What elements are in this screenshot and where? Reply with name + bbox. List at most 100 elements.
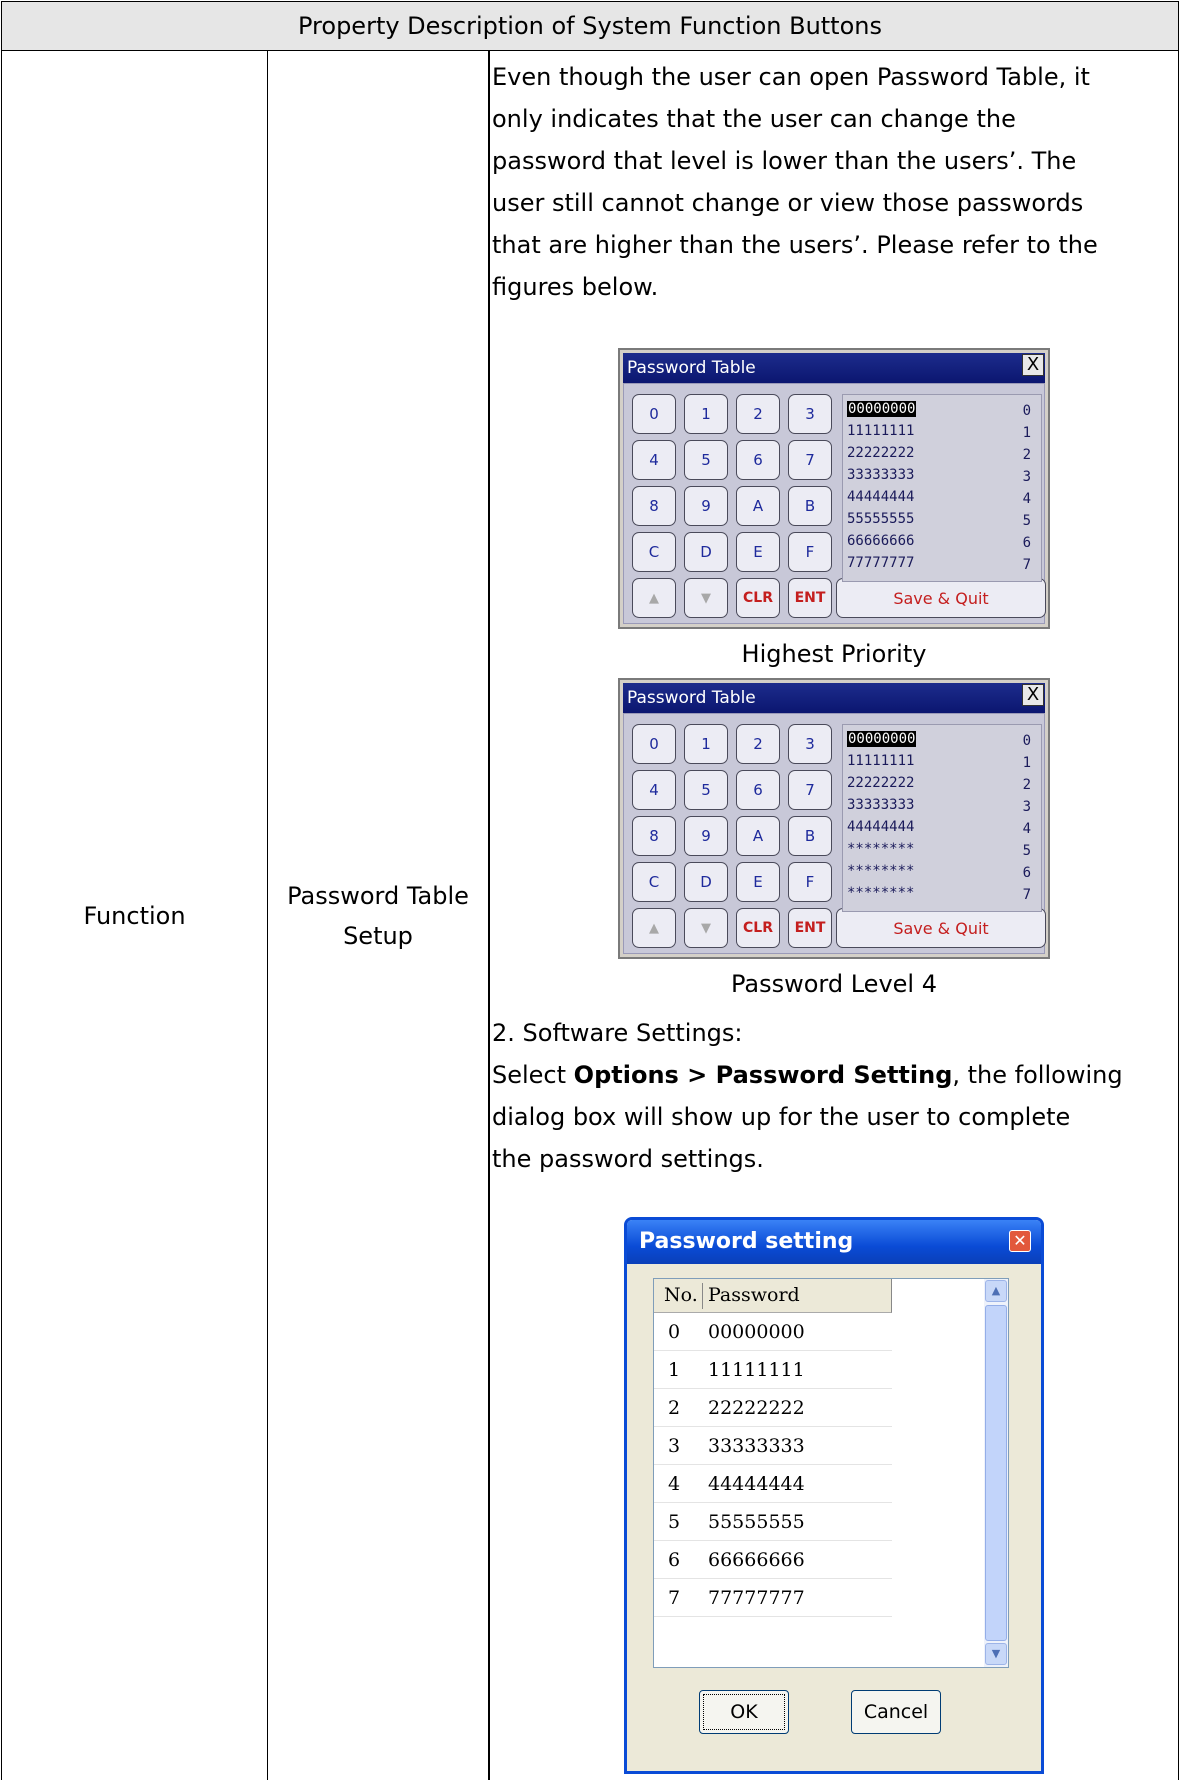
key-f[interactable]: F [788,862,832,902]
key-7[interactable]: 7 [788,770,832,810]
scroll-down-icon[interactable]: ▼ [985,1643,1007,1665]
key-3[interactable]: 3 [788,394,832,434]
section-heading: 2. Software Settings: [492,1019,743,1047]
key-7[interactable]: 7 [788,440,832,480]
panel-close-button[interactable]: X [1022,354,1044,376]
key-4[interactable]: 4 [632,440,676,480]
down-arrow-button[interactable]: ▼ [684,908,728,948]
clear-button[interactable]: CLR [736,908,780,948]
password-list[interactable]: 00000000 0 11111111 1 22222222 2 33333333 3 … [842,724,1042,912]
key-d[interactable]: D [684,532,728,572]
key-6[interactable]: 6 [736,440,780,480]
panel-title: Password Table [627,688,756,708]
list-item[interactable]: ******** 7 [847,883,1037,905]
password-value: ******** [847,885,915,901]
key-9[interactable]: 9 [684,486,728,526]
key-3[interactable]: 3 [788,724,832,764]
panel-titlebar: Password Table [623,353,1045,383]
list-item[interactable]: 22222222 2 [847,773,1037,795]
save-quit-button[interactable]: Save & Quit [836,578,1046,618]
row-number: 5 [668,1511,681,1533]
up-arrow-button[interactable]: ▲ [632,578,676,618]
password-index: 2 [1022,447,1031,463]
panel-body: 0 1 2 3 4 5 6 7 8 9 A B C D E F ▲ ▼ CLR … [623,713,1046,954]
list-item[interactable]: ******** 5 [847,839,1037,861]
key-2[interactable]: 2 [736,724,780,764]
cancel-button[interactable]: Cancel [851,1690,941,1734]
scroll-thumb[interactable] [985,1305,1007,1641]
key-9[interactable]: 9 [684,816,728,856]
key-8[interactable]: 8 [632,486,676,526]
list-item[interactable]: 33333333 3 [847,465,1037,487]
row-password: 44444444 [708,1473,805,1495]
table-row[interactable]: 0 00000000 [654,1313,892,1351]
clear-button[interactable]: CLR [736,578,780,618]
save-quit-button[interactable]: Save & Quit [836,908,1046,948]
key-4[interactable]: 4 [632,770,676,810]
list-item[interactable]: 11111111 1 [847,751,1037,773]
list-item[interactable]: 44444444 4 [847,487,1037,509]
document-page: Property Description of System Function … [0,0,1181,1780]
key-d[interactable]: D [684,862,728,902]
password-list[interactable]: 00000000 0 11111111 1 22222222 2 33333333 3 … [842,394,1042,582]
list-item[interactable]: 55555555 5 [847,509,1037,531]
caption-highest-priority: Highest Priority [741,640,927,668]
key-1[interactable]: 1 [684,724,728,764]
key-5[interactable]: 5 [684,770,728,810]
enter-button[interactable]: ENT [788,908,832,948]
password-value: 22222222 [847,445,915,461]
key-b[interactable]: B [788,816,832,856]
list-item[interactable]: 66666666 6 [847,531,1037,553]
password-grid[interactable]: No. Password 0 00000000 1 11111111 2 222222… [653,1278,1009,1668]
vertical-scrollbar[interactable]: ▲ ▼ [984,1279,1008,1667]
list-item[interactable]: 77777777 7 [847,553,1037,575]
list-item[interactable]: 00000000 0 [847,729,1037,751]
scroll-up-icon[interactable]: ▲ [985,1280,1007,1302]
key-b[interactable]: B [788,486,832,526]
list-item[interactable]: 00000000 0 [847,399,1037,421]
list-item[interactable]: ******** 6 [847,861,1037,883]
text-line: only indicates that the user can change … [492,105,1016,133]
key-e[interactable]: E [736,532,780,572]
grid-header: No. Password [654,1279,892,1313]
list-item[interactable]: 22222222 2 [847,443,1037,465]
up-arrow-button[interactable]: ▲ [632,908,676,948]
key-a[interactable]: A [736,816,780,856]
key-0[interactable]: 0 [632,394,676,434]
list-item[interactable]: 11111111 1 [847,421,1037,443]
ok-button[interactable]: OK [699,1690,789,1734]
key-c[interactable]: C [632,862,676,902]
key-5[interactable]: 5 [684,440,728,480]
down-arrow-button[interactable]: ▼ [684,578,728,618]
table-row[interactable]: 5 55555555 [654,1503,892,1541]
table-row[interactable]: 4 44444444 [654,1465,892,1503]
key-a[interactable]: A [736,486,780,526]
table-row[interactable]: 6 66666666 [654,1541,892,1579]
column-header-no[interactable]: No. [664,1284,698,1306]
list-item[interactable]: 33333333 3 [847,795,1037,817]
password-index: 3 [1022,469,1031,485]
list-item[interactable]: 44444444 4 [847,817,1037,839]
password-index: 0 [1022,733,1031,749]
key-e[interactable]: E [736,862,780,902]
category-cell: Function [1,51,268,1780]
key-c[interactable]: C [632,532,676,572]
enter-button[interactable]: ENT [788,578,832,618]
key-1[interactable]: 1 [684,394,728,434]
key-2[interactable]: 2 [736,394,780,434]
key-0[interactable]: 0 [632,724,676,764]
password-index: 4 [1022,491,1031,507]
table-row[interactable]: 3 33333333 [654,1427,892,1465]
table-row[interactable]: 7 77777777 [654,1579,892,1617]
password-value: 33333333 [847,797,915,813]
table-row[interactable]: 1 11111111 [654,1351,892,1389]
key-8[interactable]: 8 [632,816,676,856]
column-separator[interactable] [702,1283,703,1309]
key-6[interactable]: 6 [736,770,780,810]
key-f[interactable]: F [788,532,832,572]
table-row[interactable]: 2 22222222 [654,1389,892,1427]
close-icon[interactable]: ✕ [1009,1230,1031,1252]
panel-close-button[interactable]: X [1022,684,1044,706]
text-line: user still cannot change or view those p… [492,189,1084,217]
column-header-password[interactable]: Password [708,1284,800,1306]
